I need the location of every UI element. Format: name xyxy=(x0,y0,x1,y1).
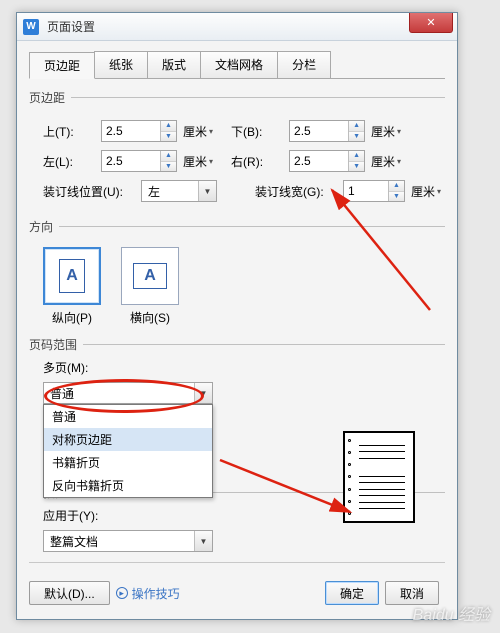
orientation-portrait[interactable]: A 纵向(P) xyxy=(43,247,101,326)
chevron-down-icon[interactable]: ▼ xyxy=(194,531,212,551)
close-button[interactable]: ✕ xyxy=(409,13,453,33)
spin-down-icon[interactable]: ▼ xyxy=(161,132,176,142)
unit-left[interactable]: 厘米▾ xyxy=(183,153,213,170)
preview-thumbnail xyxy=(343,431,415,523)
option-reverse-book-fold[interactable]: 反向书籍折页 xyxy=(44,474,212,497)
combo-gutter-pos[interactable]: 左 ▼ xyxy=(141,180,217,202)
spin-right[interactable]: ▲▼ xyxy=(289,150,365,172)
caret-icon: ▾ xyxy=(209,127,213,136)
unit-right[interactable]: 厘米▾ xyxy=(371,153,401,170)
portrait-label: 纵向(P) xyxy=(43,309,101,326)
dropdown-multi-page: 普通 对称页边距 书籍折页 反向书籍折页 xyxy=(43,404,213,498)
tips-link[interactable]: ▸ 操作技巧 xyxy=(116,585,180,602)
input-left[interactable] xyxy=(102,151,160,171)
label-gutter-pos: 装订线位置(U): xyxy=(43,183,141,200)
ok-button[interactable]: 确定 xyxy=(325,581,379,605)
input-bottom[interactable] xyxy=(290,121,348,141)
input-top[interactable] xyxy=(102,121,160,141)
label-bottom: 下(B): xyxy=(231,123,289,140)
portrait-icon: A xyxy=(59,259,85,293)
spin-top[interactable]: ▲▼ xyxy=(101,120,177,142)
app-icon: W xyxy=(23,19,39,35)
group-page-range: 页码范围 xyxy=(29,336,445,353)
caret-icon: ▾ xyxy=(397,157,401,166)
window-title: 页面设置 xyxy=(47,18,95,35)
tab-columns[interactable]: 分栏 xyxy=(277,51,331,78)
spin-up-icon[interactable]: ▲ xyxy=(349,121,364,132)
caret-icon: ▾ xyxy=(397,127,401,136)
input-right[interactable] xyxy=(290,151,348,171)
landscape-icon: A xyxy=(133,263,167,289)
spin-up-icon[interactable]: ▲ xyxy=(161,151,176,162)
spin-down-icon[interactable]: ▼ xyxy=(389,192,404,202)
unit-top[interactable]: 厘米▾ xyxy=(183,123,213,140)
tab-margins[interactable]: 页边距 xyxy=(29,52,95,79)
spin-up-icon[interactable]: ▲ xyxy=(349,151,364,162)
combo-gutter-pos-value: 左 xyxy=(142,183,198,200)
orientation-landscape[interactable]: A 横向(S) xyxy=(121,247,179,326)
tab-paper[interactable]: 纸张 xyxy=(94,51,148,78)
caret-icon: ▾ xyxy=(437,187,441,196)
chevron-down-icon[interactable]: ▼ xyxy=(198,181,216,201)
tab-strip: 页边距 纸张 版式 文档网格 分栏 xyxy=(29,51,445,79)
cancel-button[interactable]: 取消 xyxy=(385,581,439,605)
spin-down-icon[interactable]: ▼ xyxy=(349,132,364,142)
label-left: 左(L): xyxy=(43,153,101,170)
combo-apply-to-value: 整篇文档 xyxy=(44,533,194,550)
group-orientation: 方向 xyxy=(29,218,445,235)
spin-down-icon[interactable]: ▼ xyxy=(349,162,364,172)
tab-layout[interactable]: 版式 xyxy=(147,51,201,78)
dialog-footer: 默认(D)... ▸ 操作技巧 确定 取消 xyxy=(29,579,445,607)
option-mirror-margins[interactable]: 对称页边距 xyxy=(44,428,212,451)
label-right: 右(R): xyxy=(231,153,289,170)
default-button[interactable]: 默认(D)... xyxy=(29,581,110,605)
landscape-label: 横向(S) xyxy=(121,309,179,326)
spin-bottom[interactable]: ▲▼ xyxy=(289,120,365,142)
combo-apply-to[interactable]: 整篇文档 ▼ xyxy=(43,530,213,552)
label-multi-page: 多页(M): xyxy=(43,359,445,376)
tab-grid[interactable]: 文档网格 xyxy=(200,51,278,78)
label-top: 上(T): xyxy=(43,123,101,140)
titlebar[interactable]: W 页面设置 ✕ xyxy=(17,13,457,41)
option-book-fold[interactable]: 书籍折页 xyxy=(44,451,212,474)
combo-multi-page-value: 普通 xyxy=(44,385,194,402)
spin-gutter-width[interactable]: ▲▼ xyxy=(343,180,405,202)
spin-down-icon[interactable]: ▼ xyxy=(161,162,176,172)
unit-gutter[interactable]: 厘米▾ xyxy=(411,183,441,200)
unit-bottom[interactable]: 厘米▾ xyxy=(371,123,401,140)
spin-up-icon[interactable]: ▲ xyxy=(161,121,176,132)
option-normal[interactable]: 普通 xyxy=(44,405,212,428)
combo-multi-page[interactable]: 普通 ▼ xyxy=(43,382,213,404)
play-icon: ▸ xyxy=(116,587,128,599)
page-setup-dialog: W 页面设置 ✕ 页边距 纸张 版式 文档网格 分栏 页边距 上(T): ▲▼ … xyxy=(16,12,458,620)
group-margins: 页边距 xyxy=(29,89,445,106)
spin-left[interactable]: ▲▼ xyxy=(101,150,177,172)
label-gutter-width: 装订线宽(G): xyxy=(255,183,343,200)
caret-icon: ▾ xyxy=(209,157,213,166)
spin-up-icon[interactable]: ▲ xyxy=(389,181,404,192)
input-gutter-width[interactable] xyxy=(344,181,388,201)
chevron-down-icon[interactable]: ▼ xyxy=(194,383,212,403)
